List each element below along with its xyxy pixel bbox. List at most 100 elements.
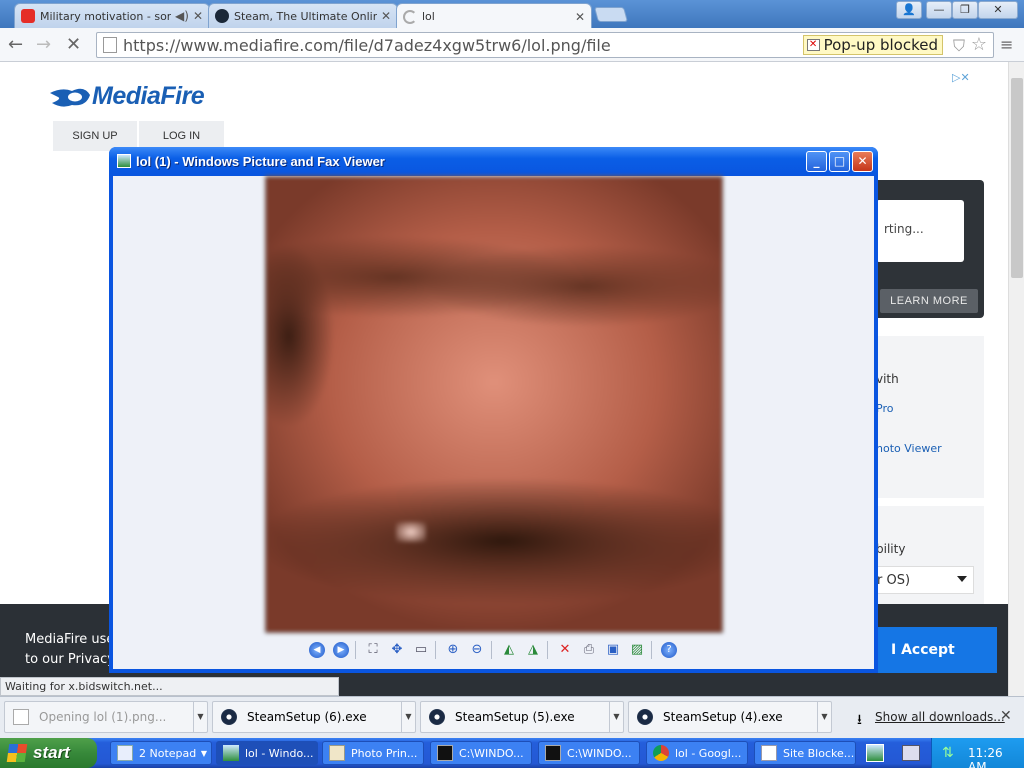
quick-launch-keyboard-icon[interactable] — [902, 745, 920, 761]
slideshow-icon[interactable]: ▭ — [413, 642, 429, 658]
viewer-toolbar: ◀ ▶ ⛶ ✥ ▭ ⊕ ⊖ ◭ ◮ ✕ ⎙ ▣ ▨ ? — [113, 637, 874, 665]
save-icon[interactable]: ▣ — [605, 642, 621, 658]
zoom-out-icon[interactable]: ⊖ — [469, 642, 485, 658]
popup-blocked-icon: ✕ — [806, 39, 820, 51]
picture-viewer-icon — [223, 745, 239, 761]
bookmark-star-icon[interactable]: ☆ — [971, 34, 987, 55]
delete-icon[interactable]: ✕ — [557, 642, 573, 658]
viewer-maximize-button[interactable]: □ — [829, 151, 850, 172]
photo-viewer-link[interactable]: hoto Viewer — [876, 442, 942, 455]
download-filename: SteamSetup (5).exe — [455, 710, 575, 724]
tab-title: Military motivation - song — [40, 9, 172, 23]
taskbar-label: Site Blocke... — [783, 746, 855, 760]
learn-more-button[interactable]: LEARN MORE — [880, 289, 978, 313]
compatibility-text: bility — [876, 542, 906, 556]
print-icon[interactable]: ⎙ — [581, 642, 597, 658]
address-bar[interactable]: https://www.mediafire.com/file/d7adez4xg… — [96, 32, 994, 58]
network-icon[interactable]: ⇅ — [942, 745, 954, 761]
start-label: start — [33, 743, 70, 762]
download-filename: SteamSetup (4).exe — [663, 710, 783, 724]
file-icon — [13, 709, 29, 725]
new-tab-button[interactable] — [593, 7, 629, 22]
adchoices-icon[interactable]: ▷✕ — [952, 71, 984, 85]
close-tab-icon[interactable]: ✕ — [193, 9, 203, 23]
close-downloads-shelf-icon[interactable]: ✕ — [1000, 708, 1012, 724]
taskbar-item-cmd-1[interactable]: C:\WINDO... — [430, 741, 532, 765]
download-item-steamsetup-4[interactable]: SteamSetup (4).exe ▼ — [628, 701, 832, 733]
edit-image-icon[interactable]: ▨ — [629, 642, 645, 658]
tab-title: lol — [422, 10, 435, 23]
steam-icon — [215, 9, 229, 23]
browser-toolbar: ← → ✕ https://www.mediafire.com/file/d7a… — [0, 28, 1024, 62]
page-scrollbar[interactable] — [1008, 62, 1024, 696]
viewer-content: ◀ ▶ ⛶ ✥ ▭ ⊕ ⊖ ◭ ◮ ✕ ⎙ ▣ ▨ ? — [113, 176, 874, 669]
picture-viewer-window: lol (1) - Windows Picture and Fax Viewer… — [109, 147, 878, 673]
zoom-in-icon[interactable]: ⊕ — [445, 642, 461, 658]
rotate-clockwise-icon[interactable]: ◭ — [501, 642, 517, 658]
steam-icon — [221, 709, 237, 725]
user-icon[interactable]: 👤 — [896, 1, 922, 19]
steam-icon — [637, 709, 653, 725]
taskbar-item-site-blocker[interactable]: Site Blocke... — [754, 741, 856, 765]
best-fit-icon[interactable]: ⛶ — [365, 642, 381, 658]
close-window-button[interactable]: ✕ — [978, 1, 1018, 19]
tab-steam[interactable]: Steam, The Ultimate Online G ✕ — [208, 3, 398, 28]
rotate-counterclockwise-icon[interactable]: ◮ — [525, 642, 541, 658]
next-image-icon[interactable]: ▶ — [333, 642, 349, 658]
cmd-icon — [545, 745, 561, 761]
quick-launch-picture-icon[interactable] — [866, 744, 884, 762]
download-item-steamsetup-6[interactable]: SteamSetup (6).exe ▼ — [212, 701, 416, 733]
viewer-close-button[interactable]: ✕ — [852, 151, 873, 172]
taskbar-item-picture-viewer[interactable]: lol - Windo... — [216, 741, 318, 765]
actual-size-icon[interactable]: ✥ — [389, 642, 405, 658]
clock[interactable]: 11:26 AM — [968, 746, 1024, 774]
chevron-down-icon[interactable]: ▼ — [817, 702, 831, 732]
popup-blocked-indicator[interactable]: ✕ Pop-up blocked — [802, 35, 943, 55]
popup-blocked-label: Pop-up blocked — [823, 36, 938, 54]
download-item-steamsetup-5[interactable]: SteamSetup (5).exe ▼ — [420, 701, 624, 733]
viewer-title-bar[interactable]: lol (1) - Windows Picture and Fax Viewer… — [109, 147, 878, 176]
taskbar-item-chrome[interactable]: lol - Googl... — [646, 741, 748, 765]
status-bubble: Waiting for x.bidswitch.net... — [0, 677, 339, 696]
download-status-box: rting... — [876, 200, 964, 262]
minimize-button[interactable]: — — [926, 1, 952, 19]
back-button[interactable]: ← — [8, 34, 23, 55]
taskbar-item-photo-printing[interactable]: Photo Prin... — [322, 741, 424, 765]
scrollbar-thumb[interactable] — [1011, 78, 1023, 278]
mediafire-logo[interactable]: MediaFire — [48, 82, 205, 111]
open-with-panel: vith Pro hoto Viewer — [870, 336, 984, 498]
show-all-downloads-link[interactable]: Show all downloads... — [875, 710, 1005, 724]
download-item-lol-png[interactable]: Opening lol (1).png... ▼ — [4, 701, 208, 733]
viewer-title-text: lol (1) - Windows Picture and Fax Viewer — [136, 154, 385, 169]
tab-military-motivation[interactable]: Military motivation - song ◀) ✕ — [14, 3, 210, 28]
taskbar-label: Photo Prin... — [351, 746, 418, 760]
previous-image-icon[interactable]: ◀ — [309, 642, 325, 658]
logo-text: MediaFire — [92, 82, 205, 110]
document-icon — [761, 745, 777, 761]
chrome-icon — [653, 745, 669, 761]
accept-cookies-button[interactable]: I Accept — [876, 627, 997, 673]
url-text[interactable]: https://www.mediafire.com/file/d7adez4xg… — [123, 36, 611, 55]
chevron-down-icon[interactable]: ▼ — [401, 702, 415, 732]
forward-button[interactable]: → — [36, 34, 51, 55]
help-icon[interactable]: ? — [661, 642, 677, 658]
chevron-down-icon[interactable]: ▼ — [609, 702, 623, 732]
download-status-text: rting... — [884, 222, 924, 236]
shield-icon[interactable]: ⛉ — [953, 36, 965, 56]
taskbar-item-notepad[interactable]: 2 Notepad ▼ — [110, 741, 212, 765]
os-dropdown[interactable]: r OS) — [870, 566, 974, 594]
viewer-minimize-button[interactable]: _ — [806, 151, 827, 172]
pro-link[interactable]: Pro — [876, 402, 893, 415]
close-tab-icon[interactable]: ✕ — [381, 9, 391, 23]
taskbar-item-cmd-2[interactable]: C:\WINDO... — [538, 741, 640, 765]
start-button[interactable]: start — [0, 738, 97, 768]
picture-viewer-app-icon[interactable] — [117, 154, 131, 168]
windows-taskbar: start 2 Notepad ▼ lol - Windo... Photo P… — [0, 738, 1024, 774]
close-tab-icon[interactable]: ✕ — [575, 10, 585, 24]
restore-button[interactable]: ❐ — [952, 1, 978, 19]
chevron-down-icon[interactable]: ▼ — [193, 702, 207, 732]
tab-lol[interactable]: lol ✕ — [396, 3, 592, 29]
steam-icon — [429, 709, 445, 725]
stop-button[interactable]: ✕ — [66, 34, 81, 55]
menu-icon[interactable]: ≡ — [1000, 35, 1013, 54]
